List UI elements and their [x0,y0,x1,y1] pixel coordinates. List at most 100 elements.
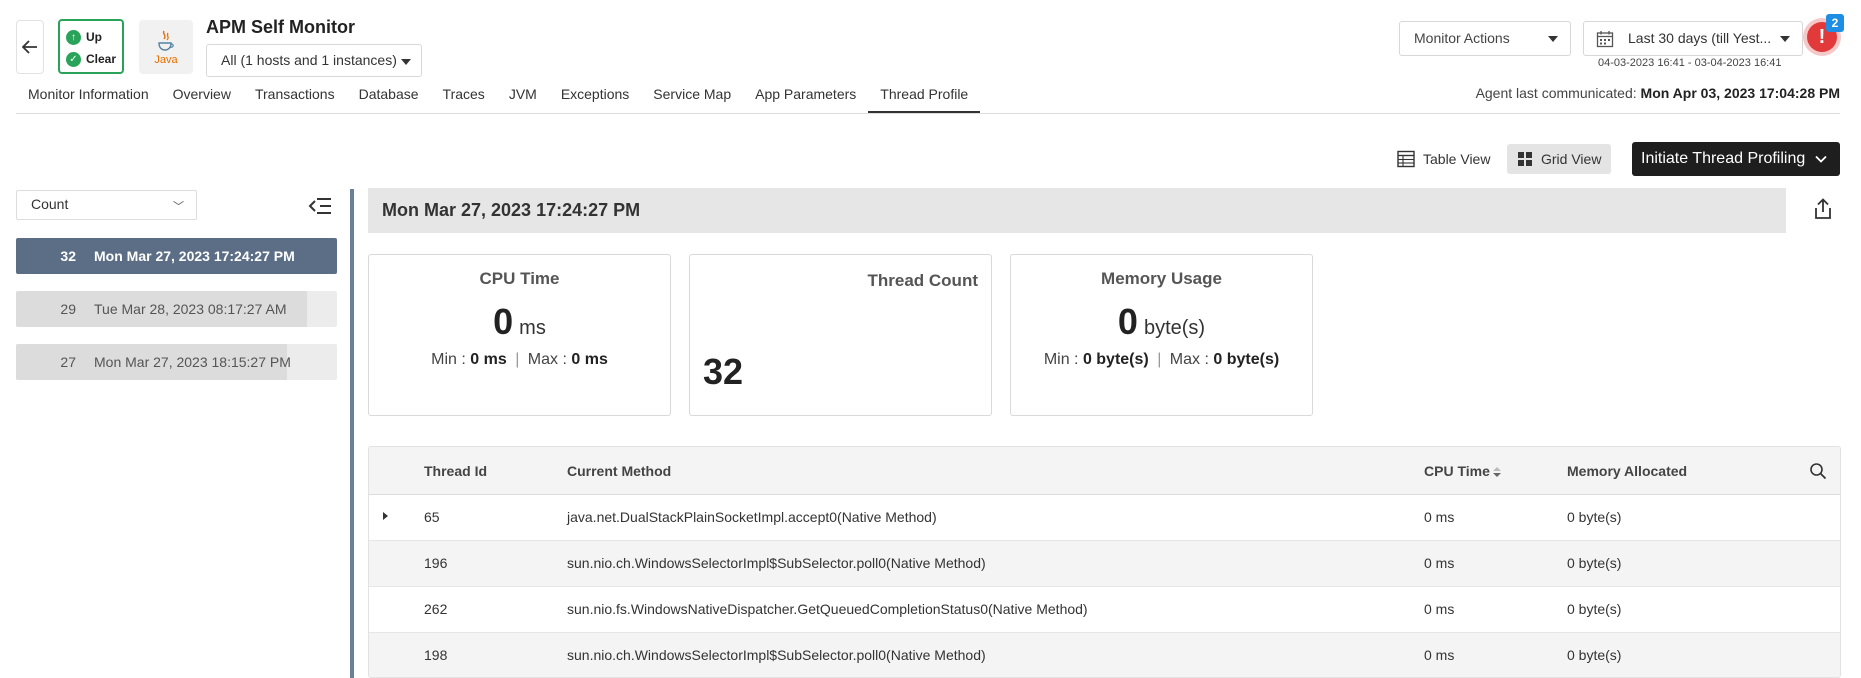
tab-jvm[interactable]: JVM [497,84,549,114]
thread-id-cell: 262 [424,601,448,617]
memory-usage-number: 0 [1117,301,1138,342]
caret-down-icon [1548,36,1558,42]
thread-id-cell: 65 [424,509,440,525]
min-label: Min : [1043,351,1079,368]
cpu-time-card: CPU Time 0 ms Min : 0 ms | Max : 0 ms [368,254,671,416]
tab-database[interactable]: Database [347,84,431,114]
thread-table: Thread Id Current Method CPU Time Memory… [368,446,1841,678]
memory-cell: 0 byte(s) [1567,647,1622,663]
table-row[interactable]: 65 java.net.DualStackPlainSocketImpl.acc… [369,495,1840,541]
sort-icon[interactable] [1493,467,1501,477]
thread-count-title: Thread Count [867,271,979,290]
tab-exceptions[interactable]: Exceptions [549,84,641,114]
tab-monitor-information[interactable]: Monitor Information [16,84,161,114]
agent-timestamp: Mon Apr 03, 2023 17:04:28 PM [1640,85,1840,101]
method-cell: sun.nio.ch.WindowsSelectorImpl$SubSelect… [567,555,986,571]
column-thread-id[interactable]: Thread Id [424,463,487,479]
memory-usage-minmax: Min : 0 byte(s) | Max : 0 byte(s) [1011,351,1312,369]
tab-traces[interactable]: Traces [431,84,497,114]
method-cell: java.net.DualStackPlainSocketImpl.accept… [567,509,937,525]
status-up-label: Up [86,30,102,44]
alert-icon: ! [1818,25,1826,48]
snapshot-item-selected[interactable]: 32 Mon Mar 27, 2023 17:24:27 PM [16,238,337,274]
cpu-time-title: CPU Time [479,269,560,288]
cpu-time-cell: 0 ms [1424,647,1455,663]
table-icon [1397,150,1415,168]
tab-transactions[interactable]: Transactions [243,84,347,114]
grid-view-label: Grid View [1541,151,1602,167]
snapshot-item[interactable]: 27 Mon Mar 27, 2023 18:15:27 PM [16,344,337,380]
grid-view-button[interactable]: Grid View [1507,144,1612,174]
tabs-divider [16,113,1840,114]
status-clear-label: Clear [85,52,116,66]
column-current-method[interactable]: Current Method [567,463,671,479]
page-title: APM Self Monitor [206,17,355,37]
cpu-time-cell: 0 ms [1424,601,1455,617]
column-memory-allocated[interactable]: Memory Allocated [1567,463,1687,479]
snapshot-count: 32 [60,248,76,264]
date-range-text: 04-03-2023 16:41 - 03-04-2023 16:41 [1598,57,1782,69]
tab-overview[interactable]: Overview [161,84,243,114]
min-label: Min : [431,351,466,368]
cpu-time-minmax: Min : 0 ms | Max : 0 ms [369,351,670,369]
status-up: ↑ Up [66,26,116,48]
method-cell: sun.nio.fs.WindowsNativeDispatcher.GetQu… [567,601,1088,617]
table-header: Thread Id Current Method CPU Time Memory… [369,447,1840,495]
max-label: Max : [1169,351,1209,368]
status-clear: ✓ Clear [66,48,116,70]
collapse-panel-icon[interactable] [308,196,332,220]
initiate-label: Initiate Thread Profiling [1641,150,1806,167]
monitor-actions-label: Monitor Actions [1414,30,1510,46]
memory-cell: 0 byte(s) [1567,601,1622,617]
snapshot-title: Mon Mar 27, 2023 17:24:27 PM [368,188,1786,233]
snapshot-datetime: Mon Mar 27, 2023 18:15:27 PM [94,354,291,370]
time-range-dropdown[interactable]: Last 30 days (till Yest... [1583,21,1803,56]
monitor-status-box[interactable]: ↑ Up ✓ Clear [58,19,124,74]
panel-divider [350,189,354,678]
method-cell: sun.nio.ch.WindowsSelectorImpl$SubSelect… [567,647,986,663]
cpu-time-number: 0 [493,301,514,342]
monitor-actions-dropdown[interactable]: Monitor Actions [1399,21,1571,56]
expand-row-icon[interactable] [383,512,388,520]
tab-service-map[interactable]: Service Map [641,84,743,114]
time-range-label: Last 30 days (till Yest... [1628,30,1772,46]
arrow-left-icon [22,40,37,54]
thread-id-cell: 196 [424,555,448,571]
chevron-down-icon: ﹀ [173,201,184,213]
agent-last-communicated: Agent last communicated: Mon Apr 03, 202… [1476,85,1840,101]
min-value: 0 byte(s) [1082,351,1149,368]
share-icon[interactable] [1813,198,1833,224]
back-button[interactable] [16,20,44,74]
separator: | [515,351,520,368]
agent-label: Agent last communicated: [1475,85,1637,101]
memory-usage-title: Memory Usage [1101,269,1222,288]
table-row[interactable]: 198 sun.nio.ch.WindowsSelectorImpl$SubSe… [369,633,1840,677]
max-value: 0 byte(s) [1213,351,1280,368]
thread-count-card: Thread Count 32 [689,254,992,416]
java-logo: Java [139,20,193,74]
column-cpu-time[interactable]: CPU Time [1424,463,1490,479]
thread-id-cell: 198 [424,647,448,663]
tab-app-parameters[interactable]: App Parameters [743,84,868,114]
calendar-icon [1596,31,1614,48]
table-row[interactable]: 262 sun.nio.fs.WindowsNativeDispatcher.G… [369,587,1840,633]
hosts-instances-dropdown[interactable]: All (1 hosts and 1 instances) [206,44,422,77]
tab-thread-profile[interactable]: Thread Profile [868,84,981,114]
memory-cell: 0 byte(s) [1567,555,1622,571]
min-value: 0 ms [470,351,507,368]
cpu-time-cell: 0 ms [1424,509,1455,525]
java-cup-icon [158,30,174,51]
alarm-count-badge: 2 [1826,14,1844,32]
java-label: Java [154,53,178,66]
table-view-button[interactable]: Table View [1387,144,1500,174]
memory-cell: 0 byte(s) [1567,509,1622,525]
sort-by-dropdown[interactable]: Count ﹀ [16,190,197,220]
memory-usage-unit: byte(s) [1143,317,1206,339]
table-row[interactable]: 196 sun.nio.ch.WindowsSelectorImpl$SubSe… [369,541,1840,587]
snapshot-datetime: Tue Mar 28, 2023 08:17:27 AM [94,301,287,317]
search-icon[interactable] [1809,462,1827,480]
snapshot-item[interactable]: 29 Tue Mar 28, 2023 08:17:27 AM [16,291,337,327]
snapshot-count: 27 [60,354,76,370]
sort-by-label: Count [31,196,69,212]
initiate-thread-profiling-button[interactable]: Initiate Thread Profiling [1632,142,1840,176]
